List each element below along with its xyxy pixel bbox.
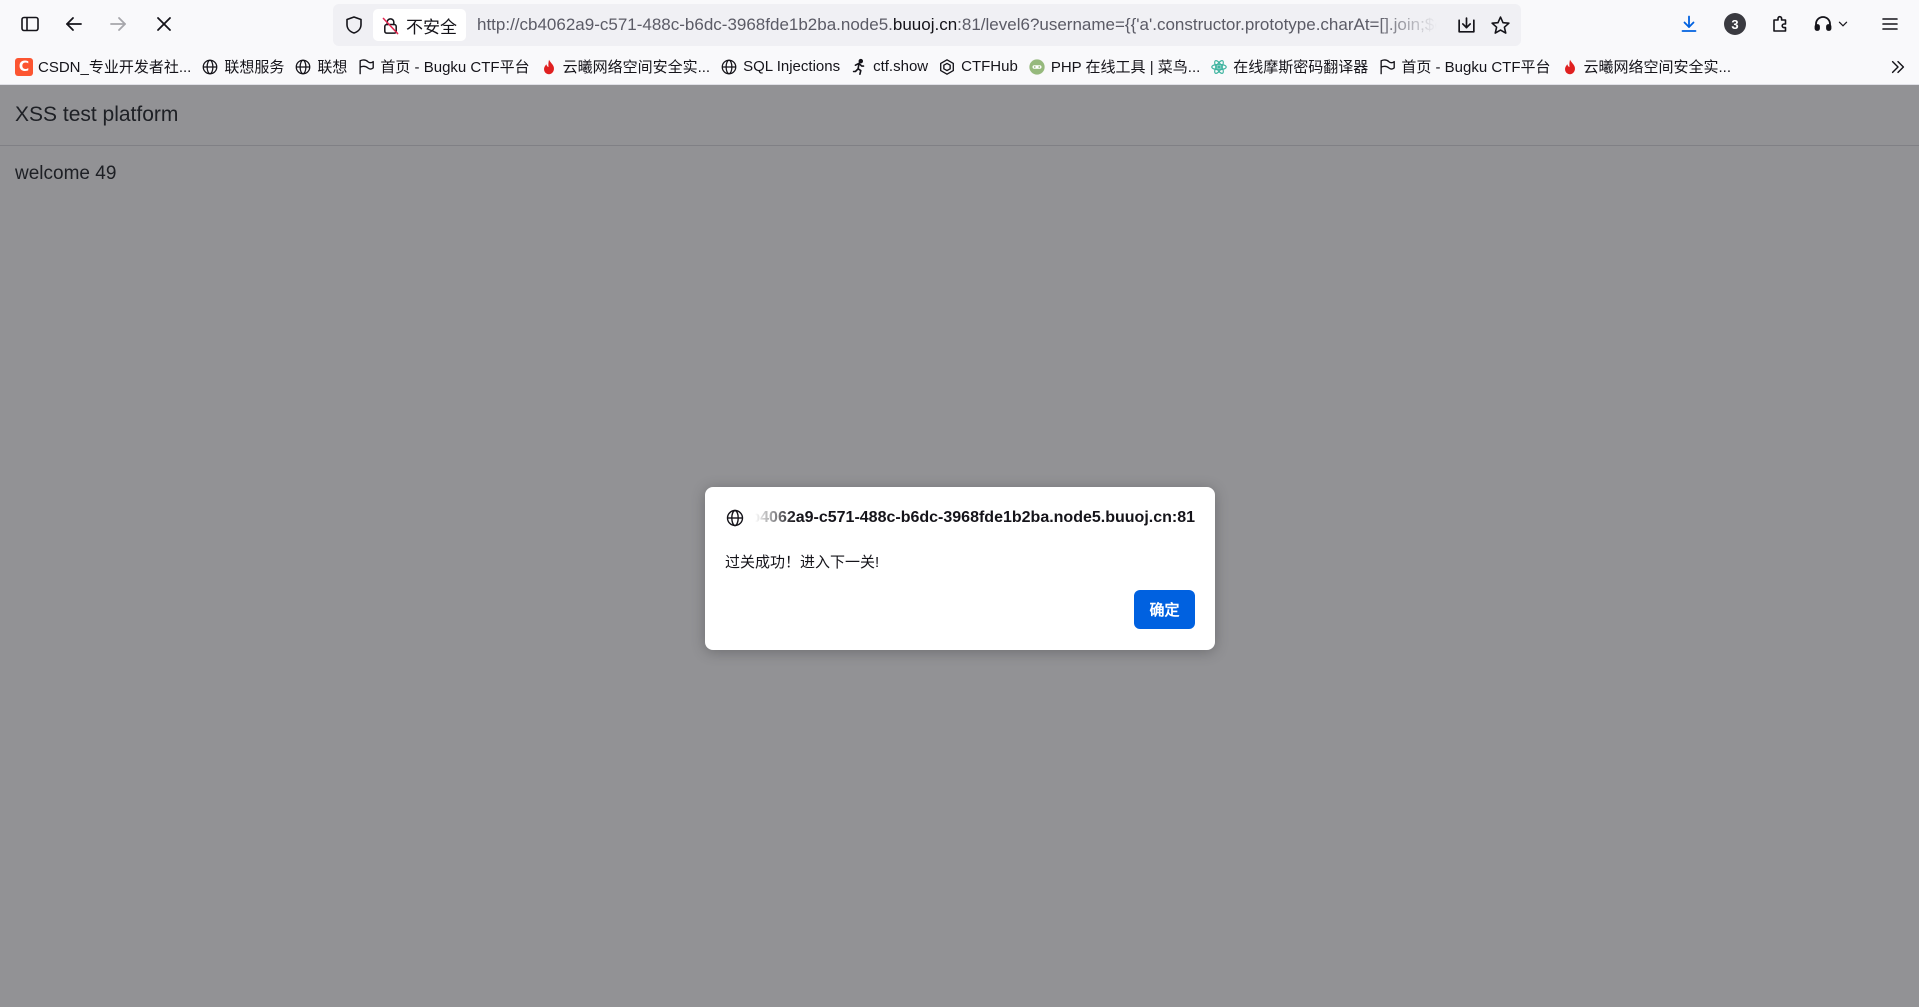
flag-icon	[1378, 58, 1396, 76]
bookmark-item[interactable]: 云曦网络空间安全实...	[537, 52, 718, 82]
url-suffix: :81/level6?username={{'a'.constructor.pr…	[957, 15, 1437, 34]
save-to-pocket-button[interactable]	[1451, 10, 1481, 40]
bookmark-item[interactable]: CTFHub	[935, 52, 1025, 82]
app-menu-button[interactable]	[1872, 6, 1908, 42]
url-prefix: http://cb4062a9-c571-488c-b6dc-3968fde1b…	[477, 15, 893, 34]
connection-not-secure-button[interactable]: 不安全	[373, 9, 466, 41]
bookmark-label: 云曦网络空间安全实...	[1583, 59, 1732, 76]
sidebar-icon	[21, 16, 39, 32]
flag-icon	[357, 58, 375, 76]
dialog-origin: cb4062a9-c571-488c-b6dc-3968fde1b2ba.nod…	[755, 509, 1195, 527]
bookmark-label: 首页 - Bugku CTF平台	[380, 59, 530, 76]
sidebar-toggle-button[interactable]	[12, 6, 48, 42]
back-button[interactable]	[56, 6, 92, 42]
bookmark-label: PHP 在线工具 | 菜鸟...	[1050, 59, 1201, 76]
download-tray-icon	[1457, 16, 1475, 33]
alert-dialog: cb4062a9-c571-488c-b6dc-3968fde1b2ba.nod…	[705, 487, 1215, 650]
bookmarks-toolbar: C CSDN_专业开发者社... 联想服务 联想 首页 - Bugku CTF平…	[0, 49, 1919, 85]
hub-icon	[938, 58, 956, 76]
bookmark-label: 联想	[317, 59, 348, 76]
dialog-origin-text: cb4062a9-c571-488c-b6dc-3968fde1b2ba.nod…	[755, 509, 1195, 526]
bookmark-item[interactable]: 联想服务	[198, 52, 291, 82]
url-text[interactable]: http://cb4062a9-c571-488c-b6dc-3968fde1b…	[477, 4, 1437, 46]
extensions-button[interactable]	[1762, 6, 1798, 42]
ok-button[interactable]: 确定	[1134, 590, 1195, 629]
fire-icon	[1561, 58, 1579, 76]
bookmark-star-button[interactable]	[1485, 10, 1515, 40]
runoob-icon	[1028, 58, 1046, 76]
chevron-down-icon	[1838, 21, 1848, 27]
bookmark-label: 在线摩斯密码翻译器	[1233, 59, 1369, 76]
bookmark-label: ctf.show	[873, 58, 929, 75]
url-actions	[1451, 10, 1515, 40]
arrow-left-icon	[66, 17, 82, 31]
fire-icon	[540, 58, 558, 76]
globe-icon	[294, 58, 312, 76]
bookmark-item[interactable]: 在线摩斯密码翻译器	[1207, 52, 1375, 82]
globe-icon	[726, 509, 744, 527]
bookmark-item[interactable]: SQL Injections	[717, 52, 847, 82]
arrow-right-icon	[110, 17, 126, 31]
shield-icon	[346, 16, 362, 34]
puzzle-icon	[1773, 15, 1787, 32]
headset-icon	[1814, 16, 1832, 31]
globe-icon	[720, 58, 738, 76]
globe-icon	[201, 58, 219, 76]
bookmark-item[interactable]: 首页 - Bugku CTF平台	[354, 52, 536, 82]
url-fade	[1377, 4, 1437, 46]
stop-loading-button[interactable]	[146, 6, 182, 42]
security-label: 不安全	[406, 17, 457, 37]
star-icon	[1490, 15, 1510, 34]
bookmark-item[interactable]: 首页 - Bugku CTF平台	[1375, 52, 1557, 82]
bookmark-label: CTFHub	[961, 58, 1018, 75]
bookmark-item[interactable]: PHP 在线工具 | 菜鸟...	[1025, 52, 1207, 82]
account-menu-button[interactable]	[1806, 6, 1856, 42]
runner-icon	[850, 58, 868, 76]
bookmark-label: 云曦网络空间安全实...	[562, 59, 711, 76]
bookmark-item[interactable]: ctf.show	[847, 52, 935, 82]
atom-icon	[1210, 58, 1228, 76]
bookmark-label: 首页 - Bugku CTF平台	[1401, 59, 1551, 76]
browser-toolbar: 不安全 http://cb4062a9-c571-488c-b6dc-3968f…	[0, 0, 1919, 49]
download-icon	[1681, 15, 1697, 32]
broken-lock-icon	[382, 17, 399, 34]
tab-count-button[interactable]: 3	[1717, 6, 1753, 42]
more-bookmarks-button[interactable]	[1883, 52, 1913, 82]
forward-button[interactable]	[100, 6, 136, 42]
hamburger-menu-icon	[1882, 18, 1898, 30]
downloads-button[interactable]	[1671, 6, 1707, 42]
bookmark-label: CSDN_专业开发者社...	[38, 59, 192, 76]
dialog-header: cb4062a9-c571-488c-b6dc-3968fde1b2ba.nod…	[725, 508, 1195, 528]
tracking-protection-button[interactable]	[343, 14, 365, 36]
bookmark-label: 联想服务	[224, 59, 285, 76]
bookmark-label: SQL Injections	[743, 58, 841, 75]
dialog-message: 过关成功！进入下一关!	[725, 554, 880, 571]
close-icon	[157, 17, 171, 31]
url-host: buuoj.cn	[892, 15, 958, 34]
bookmark-item[interactable]: 联想	[291, 52, 354, 82]
tab-count-badge: 3	[1724, 13, 1746, 35]
chevron-double-right-icon	[1891, 60, 1905, 74]
bookmark-item[interactable]: C CSDN_专业开发者社...	[12, 52, 198, 82]
address-bar[interactable]: 不安全 http://cb4062a9-c571-488c-b6dc-3968f…	[333, 4, 1521, 46]
csdn-icon: C	[15, 57, 33, 76]
bookmark-item[interactable]: 云曦网络空间安全实...	[1558, 52, 1739, 82]
